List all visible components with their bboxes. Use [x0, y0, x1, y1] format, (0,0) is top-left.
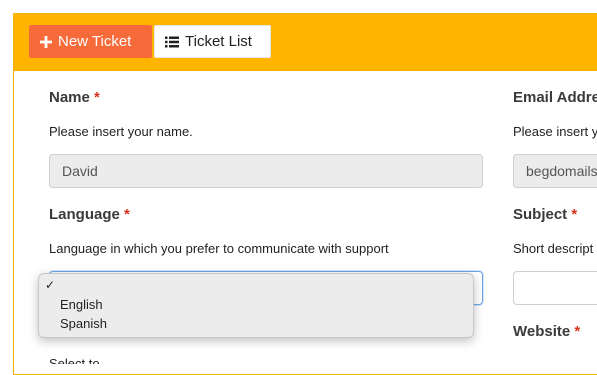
subject-field[interactable]	[513, 271, 597, 305]
language-help: Language in which you prefer to communic…	[49, 241, 389, 256]
language-option-spanish[interactable]: Spanish	[60, 316, 107, 331]
list-icon	[165, 36, 179, 47]
required-mark: *	[574, 323, 581, 340]
name-label: Name *	[49, 89, 100, 106]
subject-label: Subject *	[513, 206, 577, 223]
website-label: Website *	[513, 323, 580, 340]
name-field[interactable]: David	[49, 154, 483, 188]
ticket-list-button[interactable]: Ticket List	[154, 25, 271, 58]
required-mark: *	[124, 206, 130, 223]
plus-icon	[40, 35, 52, 48]
subject-label-text: Subject	[513, 206, 568, 223]
name-label-text: Name	[49, 89, 90, 106]
support-help-partial: Select to ......... ........ .....	[49, 356, 190, 364]
language-label: Language *	[49, 206, 130, 223]
language-label-text: Language	[49, 206, 120, 223]
ticket-list-label: Ticket List	[185, 33, 252, 50]
required-mark: *	[571, 206, 578, 223]
new-ticket-button[interactable]: New Ticket	[29, 25, 152, 58]
email-field[interactable]: begdomails	[513, 154, 597, 188]
name-value: David	[62, 163, 98, 179]
toolbar: New Ticket Ticket List	[14, 14, 597, 71]
email-value: begdomails	[526, 163, 597, 179]
language-dropdown: ✓ English Spanish	[38, 273, 474, 338]
subject-help: Short descript	[513, 241, 594, 256]
new-ticket-label: New Ticket	[58, 33, 132, 50]
required-mark: *	[94, 89, 100, 106]
email-help: Please insert y	[513, 124, 597, 139]
name-help: Please insert your name.	[49, 124, 193, 139]
email-label: Email Addre	[513, 89, 597, 106]
website-label-text: Website	[513, 323, 571, 340]
check-icon: ✓	[45, 278, 56, 292]
language-option-english[interactable]: English	[60, 297, 103, 312]
